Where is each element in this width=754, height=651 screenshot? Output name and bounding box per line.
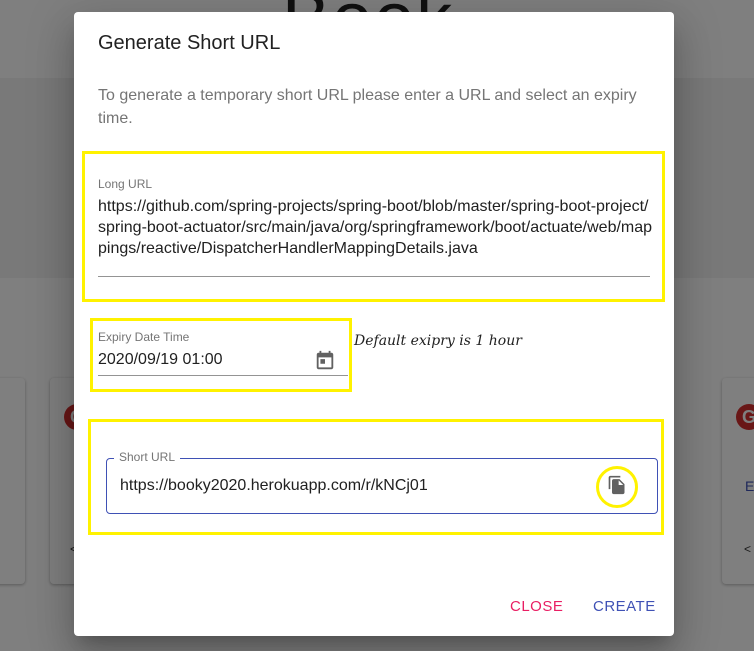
- create-button[interactable]: CREATE: [593, 598, 656, 615]
- copy-icon: [607, 475, 627, 500]
- long-url-underline: [98, 276, 650, 277]
- dialog-title: Generate Short URL: [98, 32, 281, 54]
- long-url-input[interactable]: https://github.com/spring-projects/sprin…: [98, 196, 654, 259]
- short-url-label: Short URL: [114, 450, 181, 464]
- close-button[interactable]: CLOSE: [510, 598, 563, 615]
- expiry-hint: Default exipry is 1 hour: [354, 333, 522, 349]
- copy-button[interactable]: [596, 466, 638, 508]
- generate-short-url-dialog: Generate Short URL To generate a tempora…: [74, 12, 674, 636]
- dialog-description: To generate a temporary short URL please…: [98, 87, 637, 127]
- long-url-label: Long URL: [98, 177, 153, 191]
- expiry-label: Expiry Date Time: [98, 330, 190, 344]
- calendar-icon[interactable]: [314, 350, 336, 372]
- short-url-input[interactable]: https://booky2020.herokuapp.com/r/kNCj01: [120, 477, 428, 495]
- expiry-underline: [98, 375, 348, 376]
- expiry-date-time-input[interactable]: 2020/09/19 01:00: [98, 351, 223, 369]
